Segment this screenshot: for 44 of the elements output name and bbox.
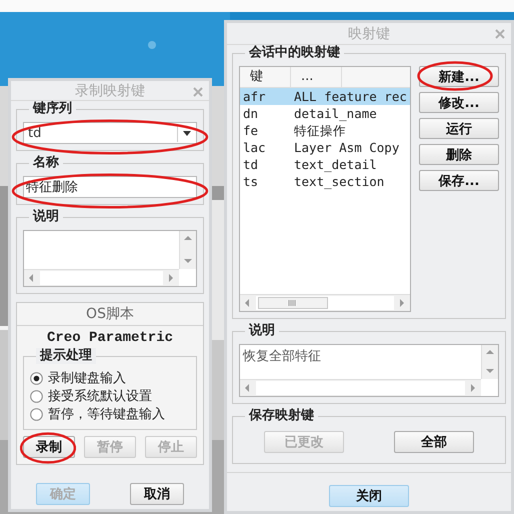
horizontal-scrollbar[interactable] [24,269,179,286]
list-row[interactable]: fe 特征操作 [240,122,410,139]
radio-label: 暂停，等待键盘输入 [48,406,165,423]
group-label: 名称 [29,155,63,171]
list-row[interactable]: lac Layer Asm Copy [240,139,410,156]
dropdown-field[interactable]: td [23,122,197,144]
radio-label: 录制键盘输入 [48,370,126,387]
button[interactable]: 删除 [419,144,499,165]
group-label: 会话中的映射键 [245,45,344,61]
program-name: Creo Parametric [46,330,174,346]
button[interactable]: 全部 [394,431,474,453]
list-row[interactable]: dn detail_name [240,105,410,122]
radio-button[interactable] [30,390,43,402]
scroll-thumb [258,297,328,309]
button[interactable]: 运行 [419,118,499,139]
group-label: 键序列 [29,101,76,117]
radio-button[interactable] [30,408,43,420]
horizontal-scrollbar[interactable] [240,294,410,311]
description-field[interactable]: 恢复全部特征 [239,344,499,397]
group-label: 说明 [245,323,279,339]
list-row[interactable]: afr ALL feature rec [240,88,410,105]
close-icon [495,29,505,39]
vertical-scrollbar[interactable] [481,345,498,379]
description-text: 恢复全部特征 [243,349,321,364]
close-icon [193,87,203,97]
group-label: 说明 [29,209,63,225]
group-label: 保存映射键 [245,408,318,424]
panel-title: OS脚本 [17,303,203,326]
vertical-scrollbar[interactable] [179,231,196,269]
radio-label: 接受系统默认设置 [48,388,152,405]
button[interactable]: 保存... [419,170,499,191]
button[interactable]: 关闭 [329,485,409,507]
window-title: 录制映射键 [75,82,145,100]
button[interactable]: 修改... [419,92,499,113]
list-row[interactable]: td text_detail [240,156,410,173]
radio-button[interactable] [30,372,43,384]
description-field[interactable] [23,230,197,287]
column-header[interactable]: 键 [240,67,291,87]
column-header[interactable]: ... [291,67,342,87]
list-row[interactable]: ts text_section [240,173,410,190]
group-label: 提示处理 [36,348,96,364]
window-title: 映射键 [348,24,390,42]
button[interactable]: 取消 [130,483,184,505]
horizontal-scrollbar[interactable] [240,379,481,396]
